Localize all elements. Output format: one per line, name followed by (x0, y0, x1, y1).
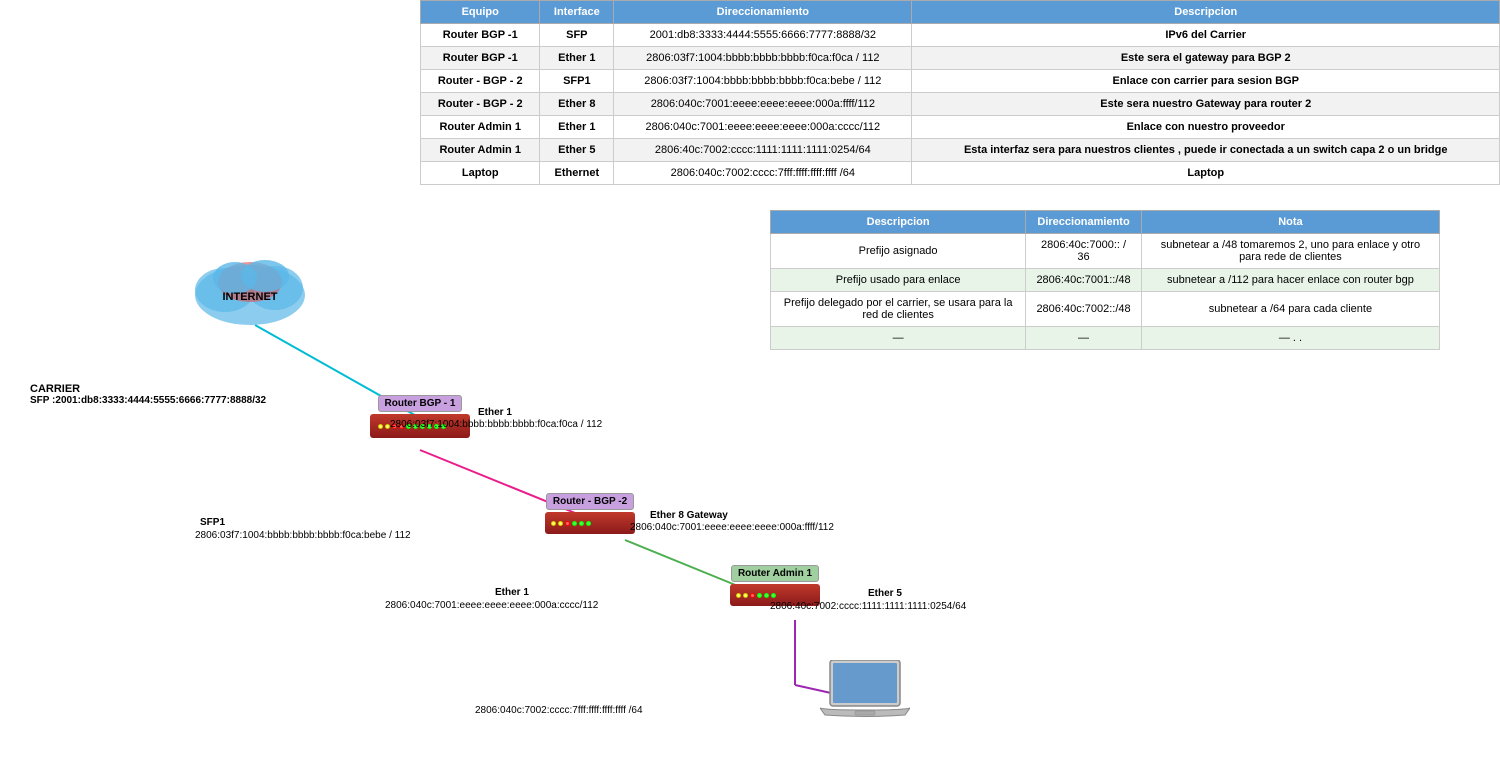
admin1-ether5-label: Ether 5 (868, 588, 902, 599)
main-cell-direccionamiento: 2806:03f7:1004:bbbb:bbbb:bbbb:f0ca:bebe … (614, 70, 912, 93)
carrier-info: CARRIER SFP :2001:db8:3333:4444:5555:666… (30, 383, 266, 406)
router-bgp1: Router BGP - 1 (370, 395, 470, 438)
carrier-addr: SFP :2001:db8:3333:4444:5555:6666:7777:8… (30, 395, 266, 406)
main-cell-direccionamiento: 2001:db8:3333:4444:5555:6666:7777:8888/3… (614, 24, 912, 47)
laptop-icon (820, 660, 910, 733)
main-cell-equipo: Router Admin 1 (421, 116, 540, 139)
main-cell-descripcion: Enlace con nuestro proveedor (912, 116, 1500, 139)
main-cell-descripcion: Este sera nuestro Gateway para router 2 (912, 93, 1500, 116)
router-admin1-label: Router Admin 1 (731, 565, 819, 582)
router-bgp1-label: Router BGP - 1 (378, 395, 463, 412)
main-cell-equipo: Router BGP -1 (421, 47, 540, 70)
router-bgp2: Router - BGP -2 (545, 493, 635, 534)
admin1-ether5-addr: 2806:40c:7002:cccc:1111:1111:1111:0254/6… (770, 601, 966, 612)
main-cell-equipo: Router - BGP - 2 (421, 70, 540, 93)
carrier-label: CARRIER (30, 383, 266, 395)
main-cell-equipo: Router - BGP - 2 (421, 93, 540, 116)
diagram-lines (0, 140, 1500, 762)
main-cell-direccionamiento: 2806:03f7:1004:bbbb:bbbb:bbbb:f0ca:f0ca … (614, 47, 912, 70)
col-descripcion: Descripcion (912, 1, 1500, 24)
main-cell-descripcion: Este sera el gateway para BGP 2 (912, 47, 1500, 70)
bgp1-ether1-addr: 2806:03f7:1004:bbbb:bbbb:bbbb:f0ca:f0ca … (390, 419, 602, 430)
network-diagram: INTERNET CARRIER SFP :2001:db8:3333:4444… (0, 140, 1500, 620)
col-interface: Interface (540, 1, 614, 24)
col-direccionamiento: Direccionamiento (614, 1, 912, 24)
main-cell-interface: Ether 1 (540, 116, 614, 139)
main-cell-equipo: Router BGP -1 (421, 24, 540, 47)
router-admin1: Router Admin 1 (730, 565, 820, 606)
main-cell-direccionamiento: 2806:040c:7001:eeee:eeee:eeee:000a:cccc/… (614, 116, 912, 139)
internet-cloud: INTERNET (185, 240, 315, 333)
main-cell-descripcion: Enlace con carrier para sesion BGP (912, 70, 1500, 93)
laptop-graphic (820, 660, 910, 730)
admin1-ether1-addr: 2806:040c:7001:eeee:eeee:eeee:000a:cccc/… (385, 600, 598, 611)
admin1-ether1-label: Ether 1 (495, 587, 529, 598)
main-cell-interface: SFP (540, 24, 614, 47)
bgp2-ether8-addr: 2806:040c:7001:eeee:eeee:eeee:000a:ffff/… (630, 522, 834, 533)
bgp1-ether1-label: Ether 1 (478, 407, 512, 418)
bgp2-sfp1-label: SFP1 (200, 517, 225, 528)
main-cell-interface: SFP1 (540, 70, 614, 93)
cloud-icon: INTERNET (185, 240, 315, 330)
bgp2-sfp1-addr: 2806:03f7:1004:bbbb:bbbb:bbbb:f0ca:bebe … (195, 530, 411, 541)
laptop-addr: 2806:040c:7002:cccc:7fff:ffff:ffff:ffff … (475, 705, 643, 716)
main-cell-interface: Ether 1 (540, 47, 614, 70)
internet-label: INTERNET (223, 291, 278, 303)
main-cell-direccionamiento: 2806:040c:7001:eeee:eeee:eeee:000a:ffff/… (614, 93, 912, 116)
bgp2-ether8-label: Ether 8 Gateway (650, 510, 728, 521)
col-equipo: Equipo (421, 1, 540, 24)
router-bgp2-label: Router - BGP -2 (546, 493, 634, 510)
main-cell-descripcion: IPv6 del Carrier (912, 24, 1500, 47)
main-cell-interface: Ether 8 (540, 93, 614, 116)
